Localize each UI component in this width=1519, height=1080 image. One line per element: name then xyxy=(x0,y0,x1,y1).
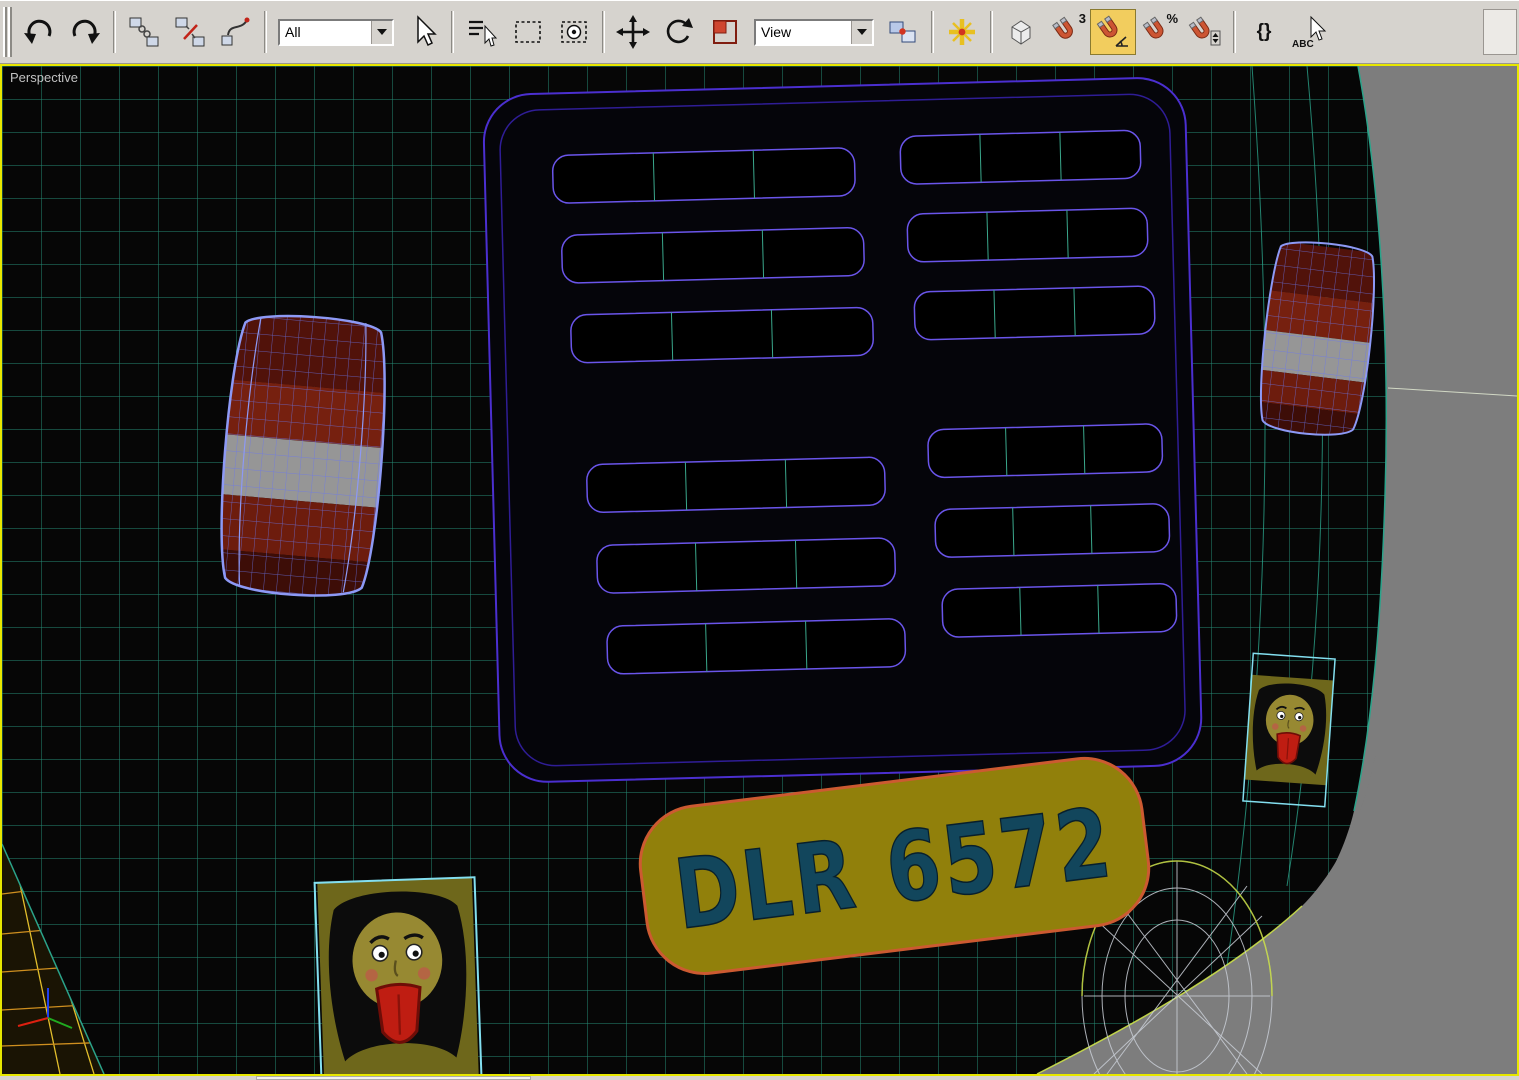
use-pivot-point-center-icon xyxy=(889,21,916,43)
keyboard-shortcut-override-icon xyxy=(1011,20,1031,45)
select-and-scale-icon xyxy=(713,20,737,44)
selection-filter-dropdown[interactable]: All xyxy=(278,18,394,46)
grille-slot xyxy=(561,227,865,284)
undo-button[interactable] xyxy=(16,9,62,55)
select-and-scale-button[interactable] xyxy=(702,9,748,55)
snap-3d-superscript: 3 xyxy=(1078,11,1086,26)
unlink-selection-button[interactable] xyxy=(167,9,213,55)
select-and-move-button[interactable] xyxy=(610,9,656,55)
window-crossing-icon xyxy=(561,21,587,43)
rectangular-selection-region-button[interactable] xyxy=(505,9,551,55)
time-slider-fragment[interactable] xyxy=(256,1076,531,1080)
selection-filter-value: All xyxy=(280,20,371,44)
viewport-label[interactable]: Perspective xyxy=(10,70,78,85)
keyboard-shortcut-override-button[interactable] xyxy=(998,9,1044,55)
toolbar-separator xyxy=(113,11,116,53)
window-crossing-button[interactable] xyxy=(551,9,597,55)
select-and-manipulate-button[interactable] xyxy=(939,9,985,55)
rectangular-selection-region-icon xyxy=(515,21,541,43)
toolbar-separator xyxy=(264,11,267,53)
grille-slot xyxy=(913,285,1156,341)
select-and-link-icon xyxy=(129,17,159,47)
angle-snap-toggle-button[interactable] xyxy=(1090,9,1136,55)
snap-toggle-3d-button[interactable]: 3 xyxy=(1044,9,1090,55)
select-object-icon xyxy=(417,15,437,47)
grille-slot xyxy=(596,537,897,594)
grille-slot xyxy=(906,207,1149,263)
select-and-rotate-button[interactable] xyxy=(656,9,702,55)
bind-to-space-warp-button[interactable] xyxy=(213,9,259,55)
dropdown-arrow-icon[interactable] xyxy=(851,20,872,44)
select-and-rotate-icon xyxy=(666,18,693,44)
edit-named-selections-button[interactable]: ABC xyxy=(1287,9,1333,55)
spinner-snap-icon xyxy=(1188,16,1221,46)
redo-icon xyxy=(72,19,100,44)
grille-slot xyxy=(551,147,856,204)
bind-to-space-warp-icon xyxy=(221,17,250,46)
select-and-manipulate-icon xyxy=(949,19,975,45)
edit-named-selections-label: ABC xyxy=(1292,39,1314,50)
dropdown-arrow-icon[interactable] xyxy=(371,20,392,44)
toolbar-separator xyxy=(1233,11,1236,53)
unlink-selection-icon xyxy=(175,17,205,47)
select-object-button[interactable] xyxy=(400,9,446,55)
main-toolbar: All View 3 % {} ABC xyxy=(0,0,1519,64)
spinner-snap-toggle-button[interactable] xyxy=(1182,9,1228,55)
select-by-name-button[interactable] xyxy=(459,9,505,55)
scene-svg: DLR 6572 xyxy=(2,66,1517,1074)
toolbar-separator xyxy=(990,11,993,53)
grille-slot xyxy=(606,618,907,675)
select-and-move-icon xyxy=(616,15,650,49)
toolbar-separator xyxy=(602,11,605,53)
reference-coordinate-system-value: View xyxy=(756,20,851,44)
select-and-link-button[interactable] xyxy=(121,9,167,55)
toolbar-grip[interactable] xyxy=(3,7,12,57)
angle-snap-icon xyxy=(1096,15,1128,47)
percent-snap-toggle-button[interactable]: % xyxy=(1136,9,1182,55)
grille-slot xyxy=(586,456,886,514)
reference-coordinate-system-dropdown[interactable]: View xyxy=(754,18,874,46)
named-selection-sets-button[interactable]: {} xyxy=(1241,9,1287,55)
left-face-decal xyxy=(313,876,483,1074)
grille-slot xyxy=(570,306,874,364)
grille-slot xyxy=(934,503,1171,558)
mirror-button[interactable] xyxy=(1483,9,1517,55)
percent-sign: % xyxy=(1166,11,1178,26)
grille-slot xyxy=(899,129,1142,185)
select-by-name-icon xyxy=(469,20,498,47)
toolbar-separator xyxy=(451,11,454,53)
redo-button[interactable] xyxy=(62,9,108,55)
grille-panel xyxy=(482,77,1203,783)
named-selection-sets-icon: {} xyxy=(1256,21,1272,42)
undo-icon xyxy=(24,19,52,44)
use-pivot-point-center-button[interactable] xyxy=(880,9,926,55)
bottom-strip xyxy=(0,1076,1519,1080)
grille-slot xyxy=(941,582,1178,638)
toolbar-separator xyxy=(931,11,934,53)
grille-slot xyxy=(927,423,1164,479)
perspective-viewport[interactable]: Perspective DLR 6572 xyxy=(0,64,1519,1076)
